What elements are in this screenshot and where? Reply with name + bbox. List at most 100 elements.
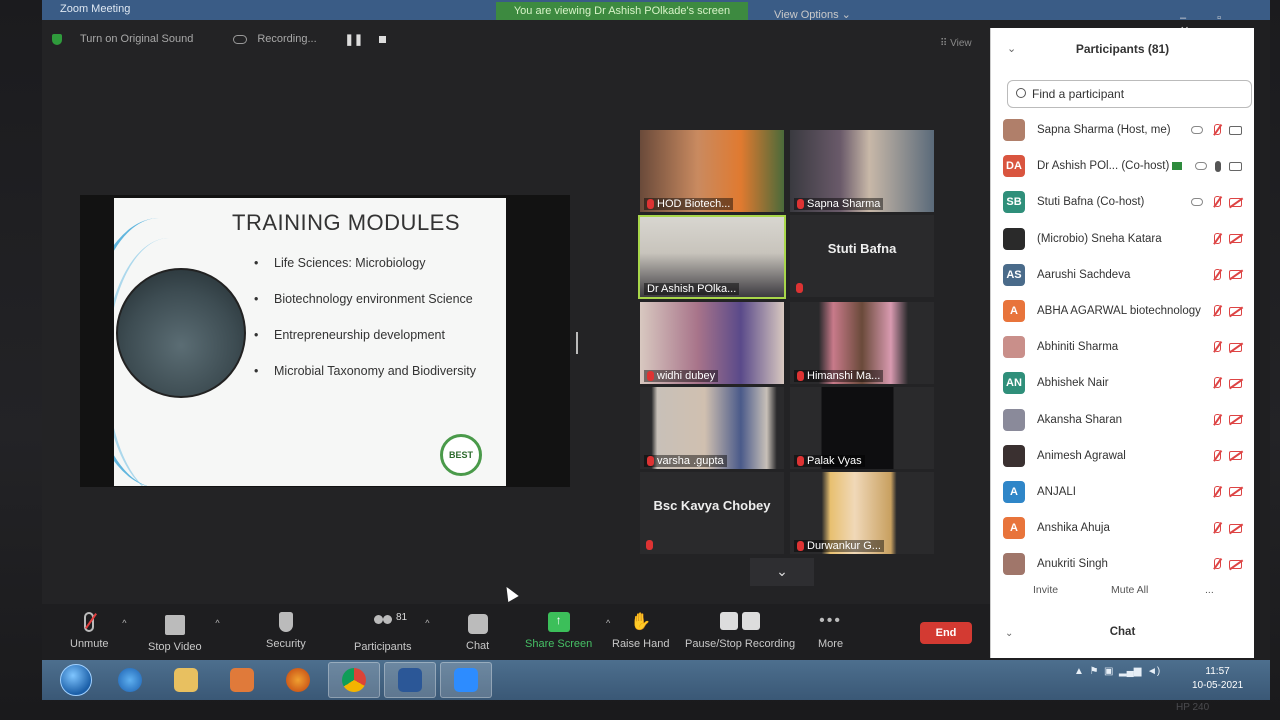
participant-row[interactable]: A Anshika Ahuja [1003,510,1248,546]
windows-start-icon[interactable] [60,664,92,696]
video-off-icon[interactable] [1229,342,1242,352]
participants-icon [372,615,394,635]
taskbar-app[interactable] [384,662,436,698]
mic-muted-icon[interactable] [1211,232,1221,245]
video-tile-active-speaker[interactable]: Dr Ashish POlka... [638,215,786,299]
participants-button[interactable]: Participants 81 ^ [354,612,429,653]
mic-muted-icon[interactable] [1211,268,1221,281]
video-on-icon[interactable] [1229,125,1242,135]
mic-muted-icon[interactable] [1211,124,1221,136]
participant-row[interactable]: (Microbio) Sneha Katara [1003,221,1248,257]
video-off-icon[interactable] [1229,306,1242,316]
video-tile[interactable]: Palak Vyas [790,387,934,469]
participant-row[interactable]: AN Abhishek Nair [1003,365,1248,401]
participant-row[interactable]: A ABHA AGARWAL biotechnology [1003,293,1248,329]
participant-row[interactable]: A ANJALI [1003,474,1248,510]
split-view-divider-handle[interactable] [576,332,578,354]
unmute-button[interactable]: Unmute ^ [70,612,127,650]
slide-group-photo [116,268,246,398]
video-off-icon[interactable] [1229,197,1242,207]
taskbar-app[interactable] [328,662,380,698]
gallery-next-page-button[interactable]: ⌄ [750,558,814,586]
video-off-icon[interactable] [1229,451,1242,461]
chevron-down-icon[interactable]: ⌄ [1005,628,1013,639]
participant-row[interactable]: Animesh Agrawal [1003,438,1248,474]
pause-stop-recording-button[interactable]: Pause/Stop Recording [685,612,795,650]
participant-row[interactable]: Anukriti Singh [1003,546,1248,582]
video-tile[interactable]: Durwankur G... [790,472,934,554]
taskbar-app[interactable] [104,662,156,698]
video-tile[interactable]: HOD Biotech... [640,130,784,212]
video-off-icon[interactable] [1229,270,1242,280]
participant-row[interactable]: Sapna Sharma (Host, me) [1003,112,1248,148]
participant-name: Abhishek Nair [1037,377,1109,390]
mic-muted-icon[interactable] [1211,449,1221,462]
taskbar-app[interactable] [160,662,212,698]
video-on-icon[interactable] [1229,161,1242,171]
participant-row[interactable]: Akansha Sharan [1003,402,1248,438]
invite-button[interactable]: Invite [1033,584,1058,596]
participant-row[interactable]: Abhiniti Sharma [1003,329,1248,365]
video-off-icon[interactable] [1229,523,1242,533]
more-options-button[interactable]: ... [1205,584,1214,596]
video-off-icon[interactable] [1229,378,1242,388]
mic-muted-icon[interactable] [1211,413,1221,426]
mic-muted-icon[interactable] [1211,341,1221,353]
participant-row[interactable]: SB Stuti Bafna (Co-host) [1003,184,1248,220]
caret-up-icon[interactable]: ^ [122,618,126,628]
caret-up-icon[interactable]: ^ [215,618,219,628]
participant-name: (Microbio) Sneha Katara [1037,232,1162,245]
mic-muted-icon[interactable] [1211,522,1221,534]
taskbar-app[interactable] [272,662,324,698]
video-off-icon[interactable] [1229,559,1242,569]
system-tray[interactable]: ▲ ⚑ ▣ ▂▄▆ ◄) [1074,666,1160,677]
taskbar-clock[interactable]: 11:57 10-05-2021 [1192,665,1243,693]
chat-button[interactable]: Chat [466,612,489,652]
mic-muted-icon[interactable] [1211,377,1221,389]
video-tile[interactable]: Sapna Sharma [790,130,934,212]
mic-muted-icon[interactable] [1211,305,1221,317]
firefox-icon [286,668,310,692]
participant-row[interactable]: DA Dr Ashish POl... (Co-host) [1003,148,1248,184]
end-meeting-button[interactable]: End [920,622,972,644]
mic-muted-icon[interactable] [1211,558,1221,570]
tile-name: HOD Biotech... [657,198,731,210]
caret-up-icon[interactable]: ^ [606,618,610,628]
tile-name: widhi dubey [657,370,716,382]
video-tile[interactable]: widhi dubey [640,302,784,384]
taskbar-app[interactable] [216,662,268,698]
mic-muted-icon[interactable] [1211,485,1221,498]
mic-muted-icon[interactable] [1211,196,1221,208]
video-off-icon[interactable] [1229,415,1242,425]
mic-muted-icon [797,371,804,381]
pause-recording-icon[interactable]: ❚❚ [345,33,363,46]
video-off-icon[interactable] [1229,234,1242,244]
original-sound-button[interactable]: Turn on Original Sound [80,33,193,45]
caret-up-icon[interactable]: ^ [425,618,429,628]
more-button[interactable]: ••• More [818,612,843,650]
share-arrow-icon: ↑ [547,612,570,632]
video-tile[interactable]: varsha .gupta [640,387,784,469]
mic-on-icon[interactable] [1215,160,1221,172]
video-off-icon[interactable] [1229,487,1242,497]
stop-video-button[interactable]: Stop Video ^ [148,612,220,653]
taskbar-app[interactable] [440,662,492,698]
avatar [1003,553,1025,576]
video-tile[interactable]: Bsc Kavya Chobey [640,472,784,554]
security-button[interactable]: Security [266,612,306,650]
video-tile[interactable]: Stuti Bafna [790,215,934,297]
shield-icon [278,612,293,632]
video-tile[interactable]: Himanshi Ma... [790,302,934,384]
mute-all-button[interactable]: Mute All [1111,584,1148,596]
encryption-shield-icon[interactable] [52,33,62,45]
view-button[interactable]: ⠿ View [940,38,972,49]
avatar [1003,227,1025,250]
media-player-icon [230,668,254,692]
chat-section-header[interactable]: ⌄ Chat [991,626,1254,639]
participant-search-input[interactable]: Find a participant [1007,80,1252,108]
mic-muted-icon [647,371,654,381]
stop-recording-icon[interactable] [379,35,387,43]
share-screen-button[interactable]: ↑ Share Screen ^ [525,612,610,650]
raise-hand-button[interactable]: ✋ Raise Hand [612,612,669,650]
participant-row[interactable]: AS Aarushi Sachdeva [1003,257,1248,293]
